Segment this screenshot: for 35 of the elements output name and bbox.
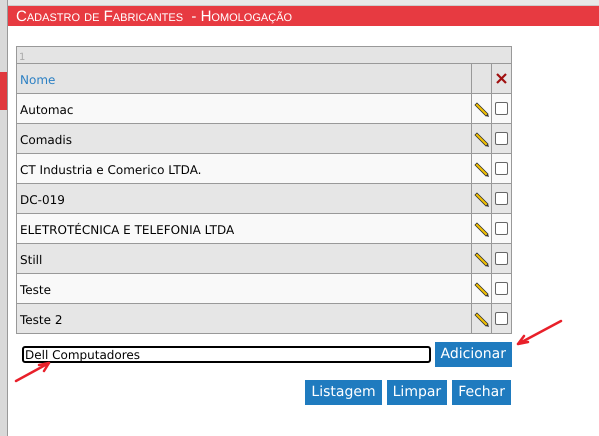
action-button[interactable]: Limpar [386, 380, 448, 405]
table-cell: CT Industria e Comerico LTDA. [20, 162, 202, 176]
add-button[interactable]: Adicionar [434, 342, 512, 367]
row-checkbox[interactable] [495, 252, 508, 265]
background-panel-edge [0, 72, 7, 110]
table-cell: Teste 2 [20, 312, 62, 326]
pencil-icon[interactable] [474, 310, 490, 326]
table-cell: ELETROTÉCNICA E TELEFONIA LTDA [20, 222, 234, 236]
row-checkbox[interactable] [495, 162, 508, 175]
action-button[interactable]: Listagem [305, 380, 382, 405]
row-checkbox[interactable] [495, 312, 508, 325]
pencil-icon[interactable] [474, 100, 490, 116]
action-button[interactable]: Fechar [452, 380, 511, 405]
table-cell: Still [20, 252, 42, 266]
table-cell: Comadis [20, 132, 72, 146]
table-cell: Teste [20, 282, 52, 296]
window-title: Cadastro de Fabricantes - Homologação [16, 8, 292, 24]
pencil-icon[interactable] [474, 220, 490, 236]
pencil-icon[interactable] [474, 160, 490, 176]
row-checkbox[interactable] [495, 192, 508, 205]
pencil-icon[interactable] [474, 190, 490, 206]
annotation-arrow [514, 318, 564, 348]
table-cell: Automac [20, 102, 74, 116]
pencil-icon[interactable] [474, 130, 490, 146]
table-cell: DC-019 [20, 192, 65, 206]
delete-icon[interactable] [496, 73, 507, 84]
row-checkbox[interactable] [495, 132, 508, 145]
pencil-icon[interactable] [474, 280, 490, 296]
row-checkbox[interactable] [495, 282, 508, 295]
row-checkbox[interactable] [495, 222, 508, 235]
row-checkbox[interactable] [495, 102, 508, 115]
column-header: Nome [20, 72, 56, 86]
pencil-icon[interactable] [474, 250, 490, 266]
annotation-arrow [13, 360, 53, 384]
name-input-field[interactable]: Dell Computadores [22, 346, 431, 363]
